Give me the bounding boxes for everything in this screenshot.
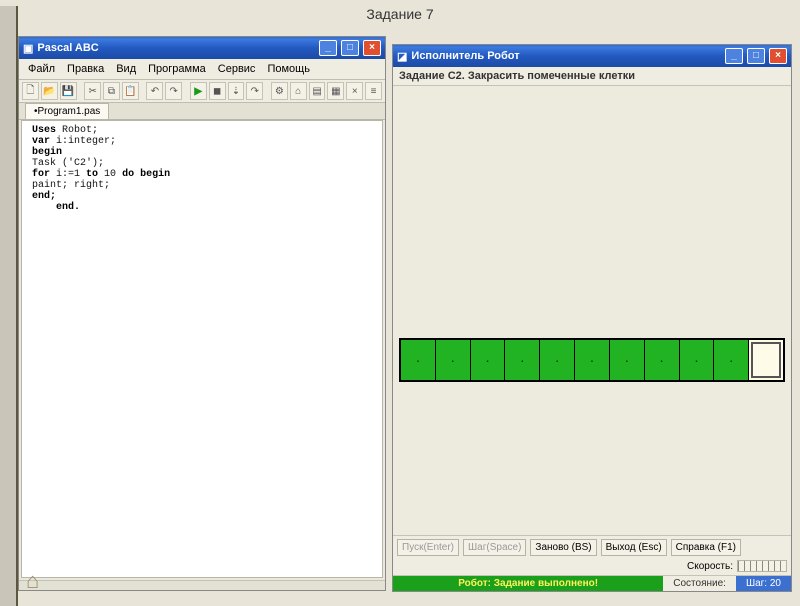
maximize-button[interactable]: □: [341, 40, 359, 56]
paste-icon[interactable]: 📋: [122, 82, 139, 100]
grid-cell: [540, 340, 575, 380]
robot-executor-window: ◪ Исполнитель Робот _ □ × Задание C2. За…: [392, 44, 792, 592]
status-bar: [19, 580, 385, 590]
robot-grid: [399, 338, 785, 382]
maximize-button[interactable]: □: [747, 48, 765, 64]
again-button[interactable]: Заново (BS): [530, 539, 596, 556]
code-editor[interactable]: Uses Robot; var i:integer; begin Task ('…: [21, 120, 383, 578]
grid-cell: [680, 340, 715, 380]
close-button[interactable]: ×: [769, 48, 787, 64]
menu-service[interactable]: Сервис: [213, 61, 261, 77]
help-button[interactable]: Справка (F1): [671, 539, 741, 556]
home-icon[interactable]: ⌂: [26, 568, 54, 594]
tool-icon-3[interactable]: ▤: [309, 82, 326, 100]
undo-icon[interactable]: ↶: [146, 82, 163, 100]
status-done: Робот: Задание выполнено!: [393, 576, 663, 591]
grid-cell: [401, 340, 436, 380]
grid-cell: [471, 340, 506, 380]
grid-cell: [714, 340, 749, 380]
run-icon[interactable]: ▶: [190, 82, 207, 100]
cut-icon[interactable]: ✂: [84, 82, 101, 100]
grid-cell: [610, 340, 645, 380]
open-file-icon[interactable]: 📂: [41, 82, 58, 100]
redo-icon[interactable]: ↷: [165, 82, 182, 100]
menu-view[interactable]: Вид: [111, 61, 141, 77]
robot-title-text: Исполнитель Робот: [411, 50, 519, 62]
robot-status-bar: Робот: Задание выполнено! Состояние: Шаг…: [393, 575, 791, 591]
step-over-icon[interactable]: ↷: [246, 82, 263, 100]
tool-icon-6[interactable]: ≡: [365, 82, 382, 100]
menu-help[interactable]: Помощь: [262, 61, 315, 77]
robot-controls: Пуск(Enter) Шаг(Space) Заново (BS) Выход…: [393, 535, 791, 575]
pascal-title-text: Pascal ABC: [37, 42, 98, 54]
tool-icon-2[interactable]: ⌂: [290, 82, 307, 100]
grid-cell: [749, 340, 783, 380]
tool-icon[interactable]: ⚙: [271, 82, 288, 100]
grid-cell: [436, 340, 471, 380]
minimize-button[interactable]: _: [319, 40, 337, 56]
step-into-icon[interactable]: ⇣: [228, 82, 245, 100]
stop-icon[interactable]: ◼: [209, 82, 226, 100]
toolbar: 🗋 📂 💾 ✂ ⧉ 📋 ↶ ↷ ▶ ◼ ⇣ ↷ ⚙ ⌂ ▤ ▦ × ≡: [19, 80, 385, 103]
robot-app-icon: ◪: [397, 50, 407, 63]
tab-program1[interactable]: •Program1.pas: [25, 103, 109, 119]
tool-icon-5[interactable]: ×: [346, 82, 363, 100]
start-button[interactable]: Пуск(Enter): [397, 539, 459, 556]
state-label: Состояние:: [663, 576, 736, 591]
save-icon[interactable]: 💾: [60, 82, 77, 100]
pascal-titlebar[interactable]: ▣ Pascal ABC _ □ ×: [19, 37, 385, 59]
step-button[interactable]: Шаг(Space): [463, 539, 526, 556]
robot-titlebar[interactable]: ◪ Исполнитель Робот _ □ ×: [393, 45, 791, 67]
menu-file[interactable]: Файл: [23, 61, 60, 77]
new-file-icon[interactable]: 🗋: [22, 82, 39, 100]
exit-button[interactable]: Выход (Esc): [601, 539, 667, 556]
menu-bar: Файл Правка Вид Программа Сервис Помощь: [19, 59, 385, 80]
grid-cell: [575, 340, 610, 380]
pascal-abc-window: ▣ Pascal ABC _ □ × Файл Правка Вид Прогр…: [18, 36, 386, 591]
presentation-left-margin: [0, 6, 18, 606]
minimize-button[interactable]: _: [725, 48, 743, 64]
pascal-app-icon: ▣: [23, 42, 33, 55]
robot-field: [393, 86, 791, 535]
robot-task-label: Задание C2. Закрасить помеченные клетки: [393, 67, 791, 86]
menu-edit[interactable]: Правка: [62, 61, 109, 77]
menu-program[interactable]: Программа: [143, 61, 211, 77]
speed-slider[interactable]: [737, 560, 787, 572]
close-button[interactable]: ×: [363, 40, 381, 56]
grid-cell: [645, 340, 680, 380]
tool-icon-4[interactable]: ▦: [327, 82, 344, 100]
copy-icon[interactable]: ⧉: [103, 82, 120, 100]
editor-tabs: •Program1.pas: [19, 103, 385, 120]
grid-cell: [505, 340, 540, 380]
page-title: Задание 7: [0, 6, 800, 22]
steps-counter: Шаг: 20: [736, 576, 791, 591]
speed-label: Скорость:: [687, 561, 733, 572]
